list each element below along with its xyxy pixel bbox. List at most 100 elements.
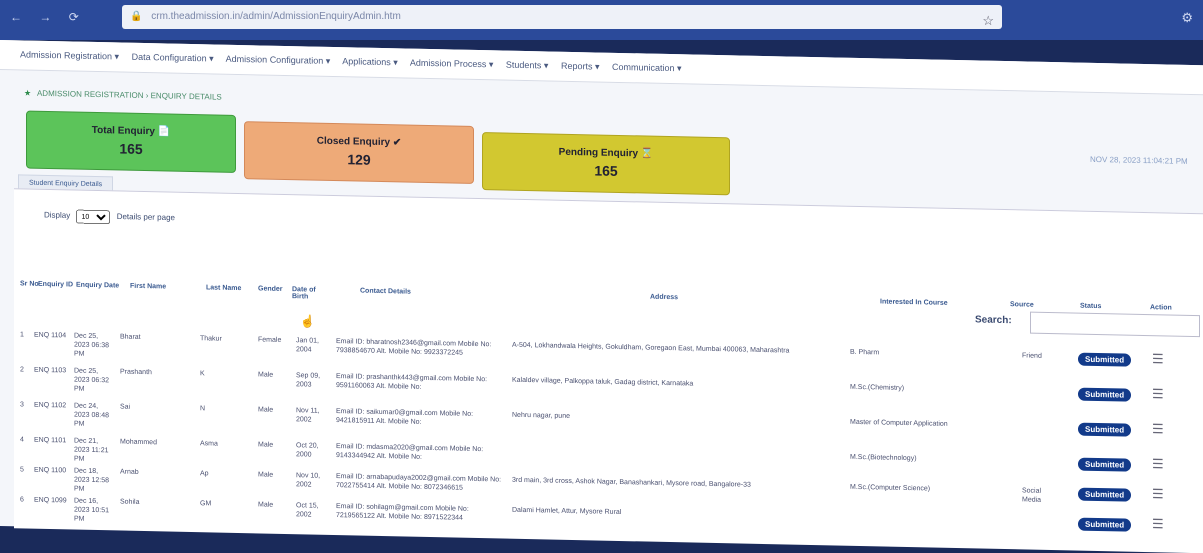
row-course: B. Pharm <box>850 348 880 357</box>
total-enquiry-value: 165 <box>119 140 143 157</box>
col-first-name[interactable]: First Name <box>130 283 166 291</box>
row-dob: Jan 01, 2004 <box>296 337 319 354</box>
hourglass-icon: ⌛ <box>640 148 654 160</box>
row-sr: 4 <box>20 436 24 444</box>
row-gender: Male <box>258 471 274 479</box>
total-enquiry-label: Total Enquiry <box>91 124 155 138</box>
col-contact-details[interactable]: Contact Details <box>360 288 411 296</box>
row-gender: Male <box>258 406 274 414</box>
star-icon[interactable]: ☆ <box>982 9 994 33</box>
row-id: ENQ 1101 <box>34 436 67 445</box>
row-sr: 6 <box>20 496 24 504</box>
address-bar[interactable]: 🔒 crm.theadmission.in/admin/AdmissionEnq… <box>122 5 1002 29</box>
menu-applications[interactable]: Applications ▾ <box>342 56 398 67</box>
status-badge: Submitted <box>1078 422 1132 437</box>
row-source: Friend <box>1022 352 1042 360</box>
row-first-name: Mohammed <box>120 438 157 447</box>
col-last-name[interactable]: Last Name <box>206 284 241 292</box>
row-date: Dec 24, 2023 08:48 PM <box>74 402 110 428</box>
row-dob: Oct 15, 2002 <box>296 502 319 519</box>
menu-admission-registration[interactable]: Admission Registration ▾ <box>20 49 119 61</box>
col-enquiry-date[interactable]: Enquiry Date <box>76 282 119 290</box>
total-enquiry-card[interactable]: Total Enquiry 📄 165 <box>26 110 236 173</box>
col-date-of-birth[interactable]: Date of Birth <box>292 286 328 301</box>
breadcrumb-text[interactable]: ADMISSION REGISTRATION › ENQUIRY DETAILS <box>37 89 222 102</box>
status-badge: Submitted <box>1078 387 1132 402</box>
page-size-select[interactable]: 10 <box>76 209 111 225</box>
search-label: Search: <box>975 314 1012 327</box>
row-last-name: GM <box>200 500 212 508</box>
status-badge: Submitted <box>1078 517 1132 532</box>
search-input[interactable] <box>1030 311 1200 338</box>
row-contact: Email ID: arnabapudaya2002@gmail.com Mob… <box>336 473 502 492</box>
row-first-name: Prashanth <box>120 368 152 377</box>
row-first-name: Bharat <box>120 333 141 341</box>
row-dob: Nov 11, 2002 <box>296 407 320 424</box>
row-sr: 2 <box>20 366 24 374</box>
pending-enquiry-card[interactable]: Pending Enquiry ⌛ 165 <box>482 132 730 196</box>
row-contact: Email ID: prashanthk443@gmail.com Mobile… <box>336 373 488 391</box>
check-icon: ✔ <box>392 137 402 149</box>
page-size-control: Display 10 Details per page <box>44 209 175 226</box>
hamburger-menu-icon[interactable]: ☰ <box>1152 351 1164 366</box>
menu-admission-process[interactable]: Admission Process ▾ <box>410 58 494 70</box>
hamburger-menu-icon[interactable]: ☰ <box>1152 421 1164 436</box>
reload-button[interactable]: ⟳ <box>69 10 79 24</box>
row-sr: 5 <box>20 466 24 474</box>
row-contact: Email ID: saikumar0@gmail.com Mobile No:… <box>336 408 474 426</box>
row-source: Social Media <box>1022 487 1042 504</box>
row-course: M.Sc.(Chemistry) <box>850 383 905 392</box>
document-icon: 📄 <box>157 126 171 138</box>
row-first-name: Sohila <box>120 498 140 506</box>
back-button[interactable]: ← <box>10 10 22 24</box>
status-badge: Submitted <box>1078 487 1132 502</box>
closed-enquiry-card[interactable]: Closed Enquiry ✔ 129 <box>244 121 474 184</box>
col-gender[interactable]: Gender <box>258 285 283 293</box>
menu-data-configuration[interactable]: Data Configuration ▾ <box>132 52 214 64</box>
row-contact: Email ID: sohilagm@gmail.com Mobile No: … <box>336 503 469 522</box>
display-prefix: Display <box>44 210 71 220</box>
row-date: Dec 18, 2023 12:58 PM <box>74 467 110 493</box>
pending-enquiry-label: Pending Enquiry <box>558 146 639 160</box>
col-status[interactable]: Status <box>1080 303 1101 310</box>
row-first-name: Sai <box>120 403 131 411</box>
col-source[interactable]: Source <box>1010 301 1034 308</box>
star-icon: ★ <box>24 88 32 98</box>
row-gender: Male <box>258 371 274 379</box>
menu-reports[interactable]: Reports ▾ <box>561 61 600 72</box>
col-address[interactable]: Address <box>650 294 678 302</box>
hamburger-menu-icon[interactable]: ☰ <box>1152 486 1164 501</box>
row-course: M.Sc.(Computer Science) <box>850 483 931 493</box>
col-action[interactable]: Action <box>1150 304 1172 311</box>
col-enquiry-id[interactable]: Enquiry ID <box>38 281 73 289</box>
row-id: ENQ 1099 <box>34 496 67 505</box>
row-course: M.Sc.(Biotechnology) <box>850 453 917 463</box>
row-sr: 1 <box>20 331 24 339</box>
menu-communication[interactable]: Communication ▾ <box>612 62 682 73</box>
col-interested-course[interactable]: Interested In Course <box>880 298 948 306</box>
main-menu: Admission Registration ▾ Data Configurat… <box>0 40 1203 96</box>
row-contact: Email ID: mdasma2020@gmail.com Mobile No… <box>336 443 484 461</box>
forward-button[interactable]: → <box>39 10 51 24</box>
row-date: Dec 25, 2023 06:38 PM <box>74 332 110 358</box>
extensions-icon[interactable]: ⚙ <box>1181 10 1193 26</box>
browser-toolbar: ← → ⟳ 🔒 crm.theadmission.in/admin/Admiss… <box>0 0 1203 40</box>
menu-admission-configuration[interactable]: Admission Configuration ▾ <box>226 54 331 66</box>
hamburger-menu-icon[interactable]: ☰ <box>1152 386 1164 401</box>
hamburger-menu-icon[interactable]: ☰ <box>1152 516 1164 531</box>
col-sr-no[interactable]: Sr No <box>20 280 39 287</box>
row-id: ENQ 1103 <box>34 366 67 375</box>
row-date: Dec 25, 2023 06:32 PM <box>74 367 110 393</box>
browser-nav: ← → ⟳ <box>10 10 93 24</box>
row-id: ENQ 1104 <box>34 331 67 340</box>
menu-students[interactable]: Students ▾ <box>506 60 549 71</box>
row-sr: 3 <box>20 401 24 409</box>
hamburger-menu-icon[interactable]: ☰ <box>1152 456 1164 471</box>
row-date: Dec 16, 2023 10:51 PM <box>74 497 110 523</box>
row-last-name: K <box>200 370 205 378</box>
row-dob: Sep 09, 2003 <box>296 372 321 389</box>
row-dob: Oct 20, 2000 <box>296 442 319 459</box>
breadcrumb: ★ ADMISSION REGISTRATION › ENQUIRY DETAI… <box>24 89 222 102</box>
row-contact: Email ID: bharatnosh2346@gmail.com Mobil… <box>336 338 492 357</box>
row-id: ENQ 1102 <box>34 401 67 410</box>
